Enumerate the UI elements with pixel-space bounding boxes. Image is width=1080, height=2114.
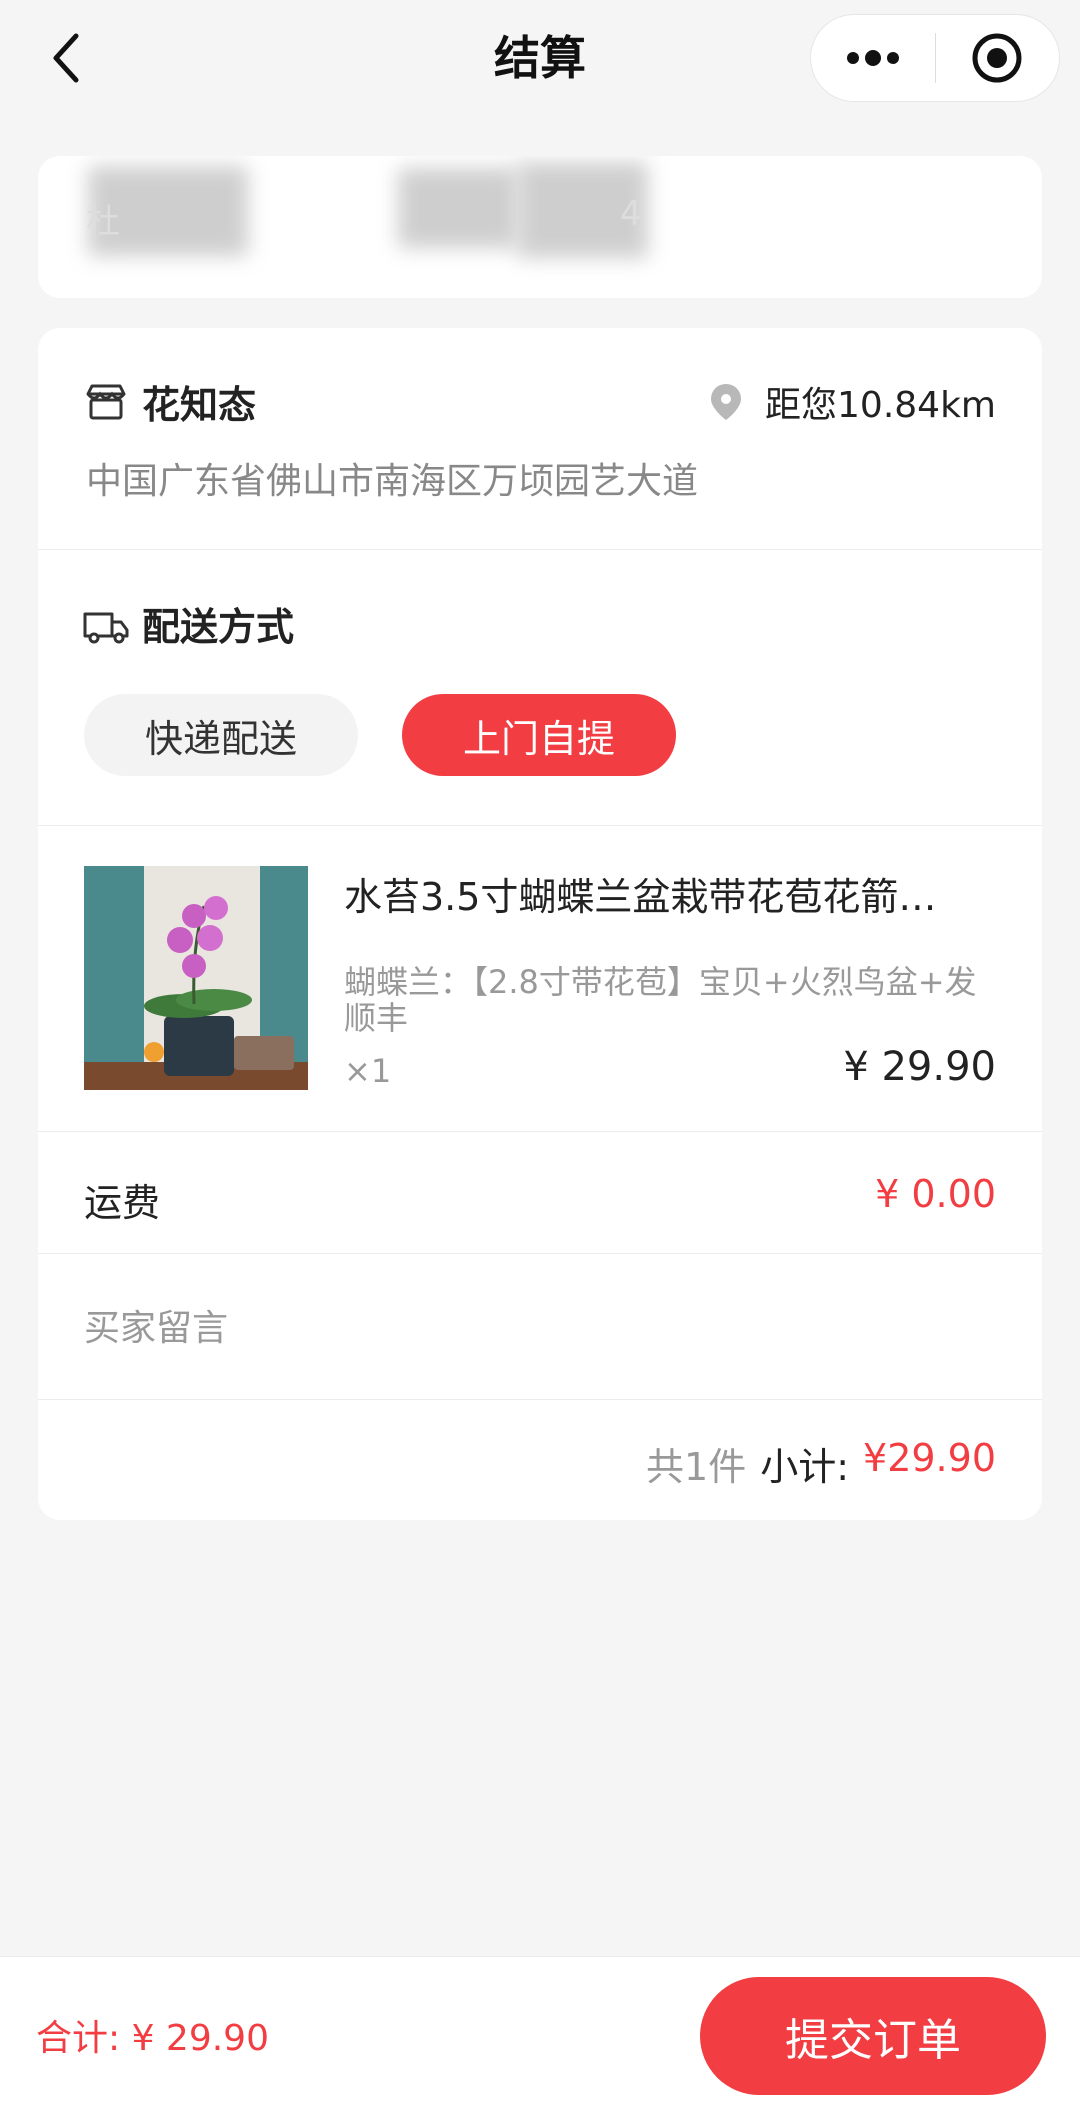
more-dots-icon <box>846 50 899 66</box>
shipping-fee: ¥ 0.00 <box>875 1172 996 1216</box>
store-icon <box>86 384 126 420</box>
subtotal-row: 共1件 小计: ¥29.90 <box>38 1400 1042 1520</box>
location-pin-icon <box>711 384 741 420</box>
product-spec: 蝴蝶兰：【2.8寸带花苞】宝贝+火烈鸟盆+发顺丰 <box>344 963 977 1037</box>
blurred-phone-1 <box>398 168 518 248</box>
store-address: 中国广东省佛山市南海区万顷园艺大道 <box>86 461 699 502</box>
recipient-name: 杜 <box>86 202 120 242</box>
order-card: 花知态 距您10.84km 中国广东省佛山市南海区万顷园艺大道 配送方式 快递配… <box>38 328 1042 1520</box>
close-program-button[interactable] <box>936 14 1060 102</box>
delivery-section: 配送方式 快递配送 上门自提 <box>38 550 1042 826</box>
product-quantity: ×1 <box>344 1052 392 1090</box>
address-card[interactable]: 杜 4 <box>38 156 1042 298</box>
subtotal-label: 小计: <box>760 1445 850 1489</box>
navbar: 结算 <box>0 0 1080 120</box>
order-total: 合计: ¥ 29.90 <box>36 2018 269 2059</box>
product-item[interactable]: 水苔3.5寸蝴蝶兰盆栽带花苞花箭… 蝴蝶兰：【2.8寸带花苞】宝贝+火烈鸟盆+发… <box>38 826 1042 1132</box>
submit-order-button[interactable]: 提交订单 <box>700 1977 1046 2095</box>
express-delivery-option[interactable]: 快递配送 <box>84 694 358 776</box>
message-row <box>38 1254 1042 1400</box>
product-price: ¥ 29.90 <box>843 1044 996 1090</box>
circle-target-icon <box>972 33 1022 83</box>
recipient-phone: 4 <box>620 194 642 234</box>
self-pickup-option[interactable]: 上门自提 <box>402 694 676 776</box>
item-count: 共1件 <box>646 1445 747 1489</box>
checkout-bar: 合计: ¥ 29.90 提交订单 <box>0 1956 1080 2114</box>
store-section: 花知态 距您10.84km 中国广东省佛山市南海区万顷园艺大道 <box>38 328 1042 550</box>
truck-icon <box>83 612 129 644</box>
delivery-title: 配送方式 <box>142 605 295 649</box>
more-button[interactable] <box>811 14 935 102</box>
product-name: 水苔3.5寸蝴蝶兰盆栽带花苞花箭… <box>344 875 937 919</box>
shipping-label: 运费 <box>84 1181 161 1225</box>
mini-program-capsule <box>810 14 1060 102</box>
subtotal-value: ¥29.90 <box>863 1436 996 1480</box>
store-distance: 距您10.84km <box>765 385 996 426</box>
buyer-message-input[interactable] <box>84 1300 984 1356</box>
product-image <box>84 866 308 1090</box>
shipping-row: 运费 ¥ 0.00 <box>38 1132 1042 1254</box>
store-name: 花知态 <box>142 383 257 427</box>
subtotal: 共1件 小计: ¥29.90 <box>646 1436 996 1491</box>
